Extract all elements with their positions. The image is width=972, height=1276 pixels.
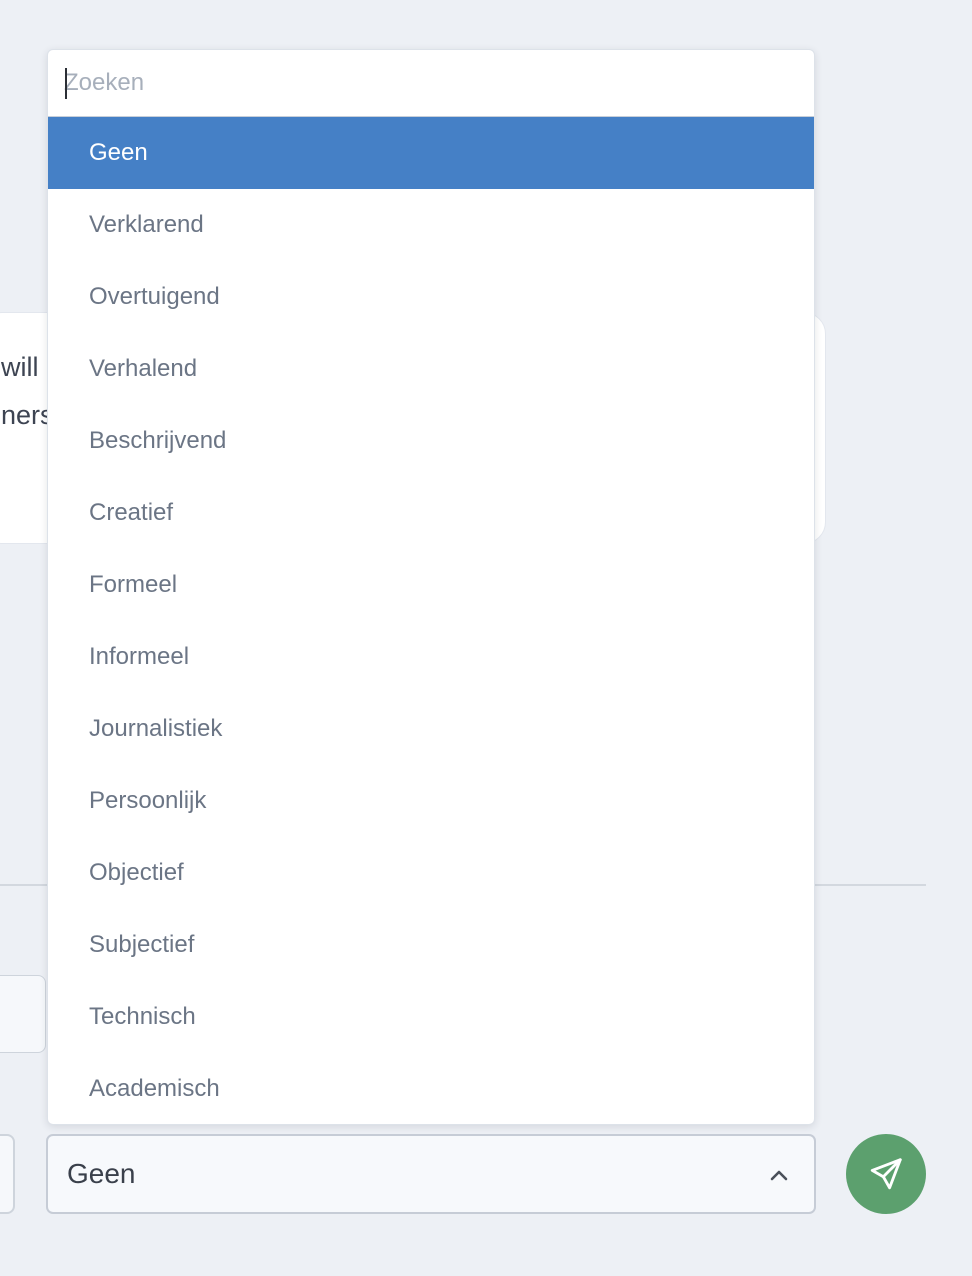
style-select[interactable]: Geen xyxy=(46,1134,816,1214)
message-text-line: will xyxy=(1,352,39,382)
style-dropdown-menu: GeenVerklarendOvertuigendVerhalendBeschr… xyxy=(47,49,815,1125)
dropdown-option-technisch[interactable]: Technisch xyxy=(48,981,814,1053)
dropdown-option-journalistiek[interactable]: Journalistiek xyxy=(48,693,814,765)
dropdown-search xyxy=(48,50,814,117)
prompt-input-field[interactable] xyxy=(0,975,46,1053)
dropdown-option-academisch[interactable]: Academisch xyxy=(48,1053,814,1124)
dropdown-option-creatief[interactable]: Creatief xyxy=(48,477,814,549)
dropdown-option-persoonlijk[interactable]: Persoonlijk xyxy=(48,765,814,837)
dropdown-option-verhalend[interactable]: Verhalend xyxy=(48,333,814,405)
search-input[interactable] xyxy=(64,60,784,106)
dropdown-option-objectief[interactable]: Objectief xyxy=(48,837,814,909)
chevron-up-icon xyxy=(766,1162,792,1188)
option-list: Geen Verklarend Overtuigend Verhalend Beschr… xyxy=(48,117,814,1124)
dropdown-option-overtuigend[interactable]: Overtuigend xyxy=(48,261,814,333)
send-button[interactable] xyxy=(846,1134,926,1214)
dropdown-option-verklarend[interactable]: Verklarend xyxy=(48,189,814,261)
dropdown-option-beschrijvend[interactable]: Beschrijvend xyxy=(48,405,814,477)
text-caret xyxy=(65,68,67,99)
dropdown-option-informeel[interactable]: Informeel xyxy=(48,621,814,693)
dropdown-option-subjectief[interactable]: Subjectief xyxy=(48,909,814,981)
secondary-select[interactable] xyxy=(0,1134,15,1214)
select-value: Geen xyxy=(67,1158,136,1189)
dropdown-option-geen[interactable]: Geen xyxy=(48,117,814,189)
message-text-line: ners xyxy=(1,400,54,430)
dropdown-option-formeel[interactable]: Formeel xyxy=(48,549,814,621)
